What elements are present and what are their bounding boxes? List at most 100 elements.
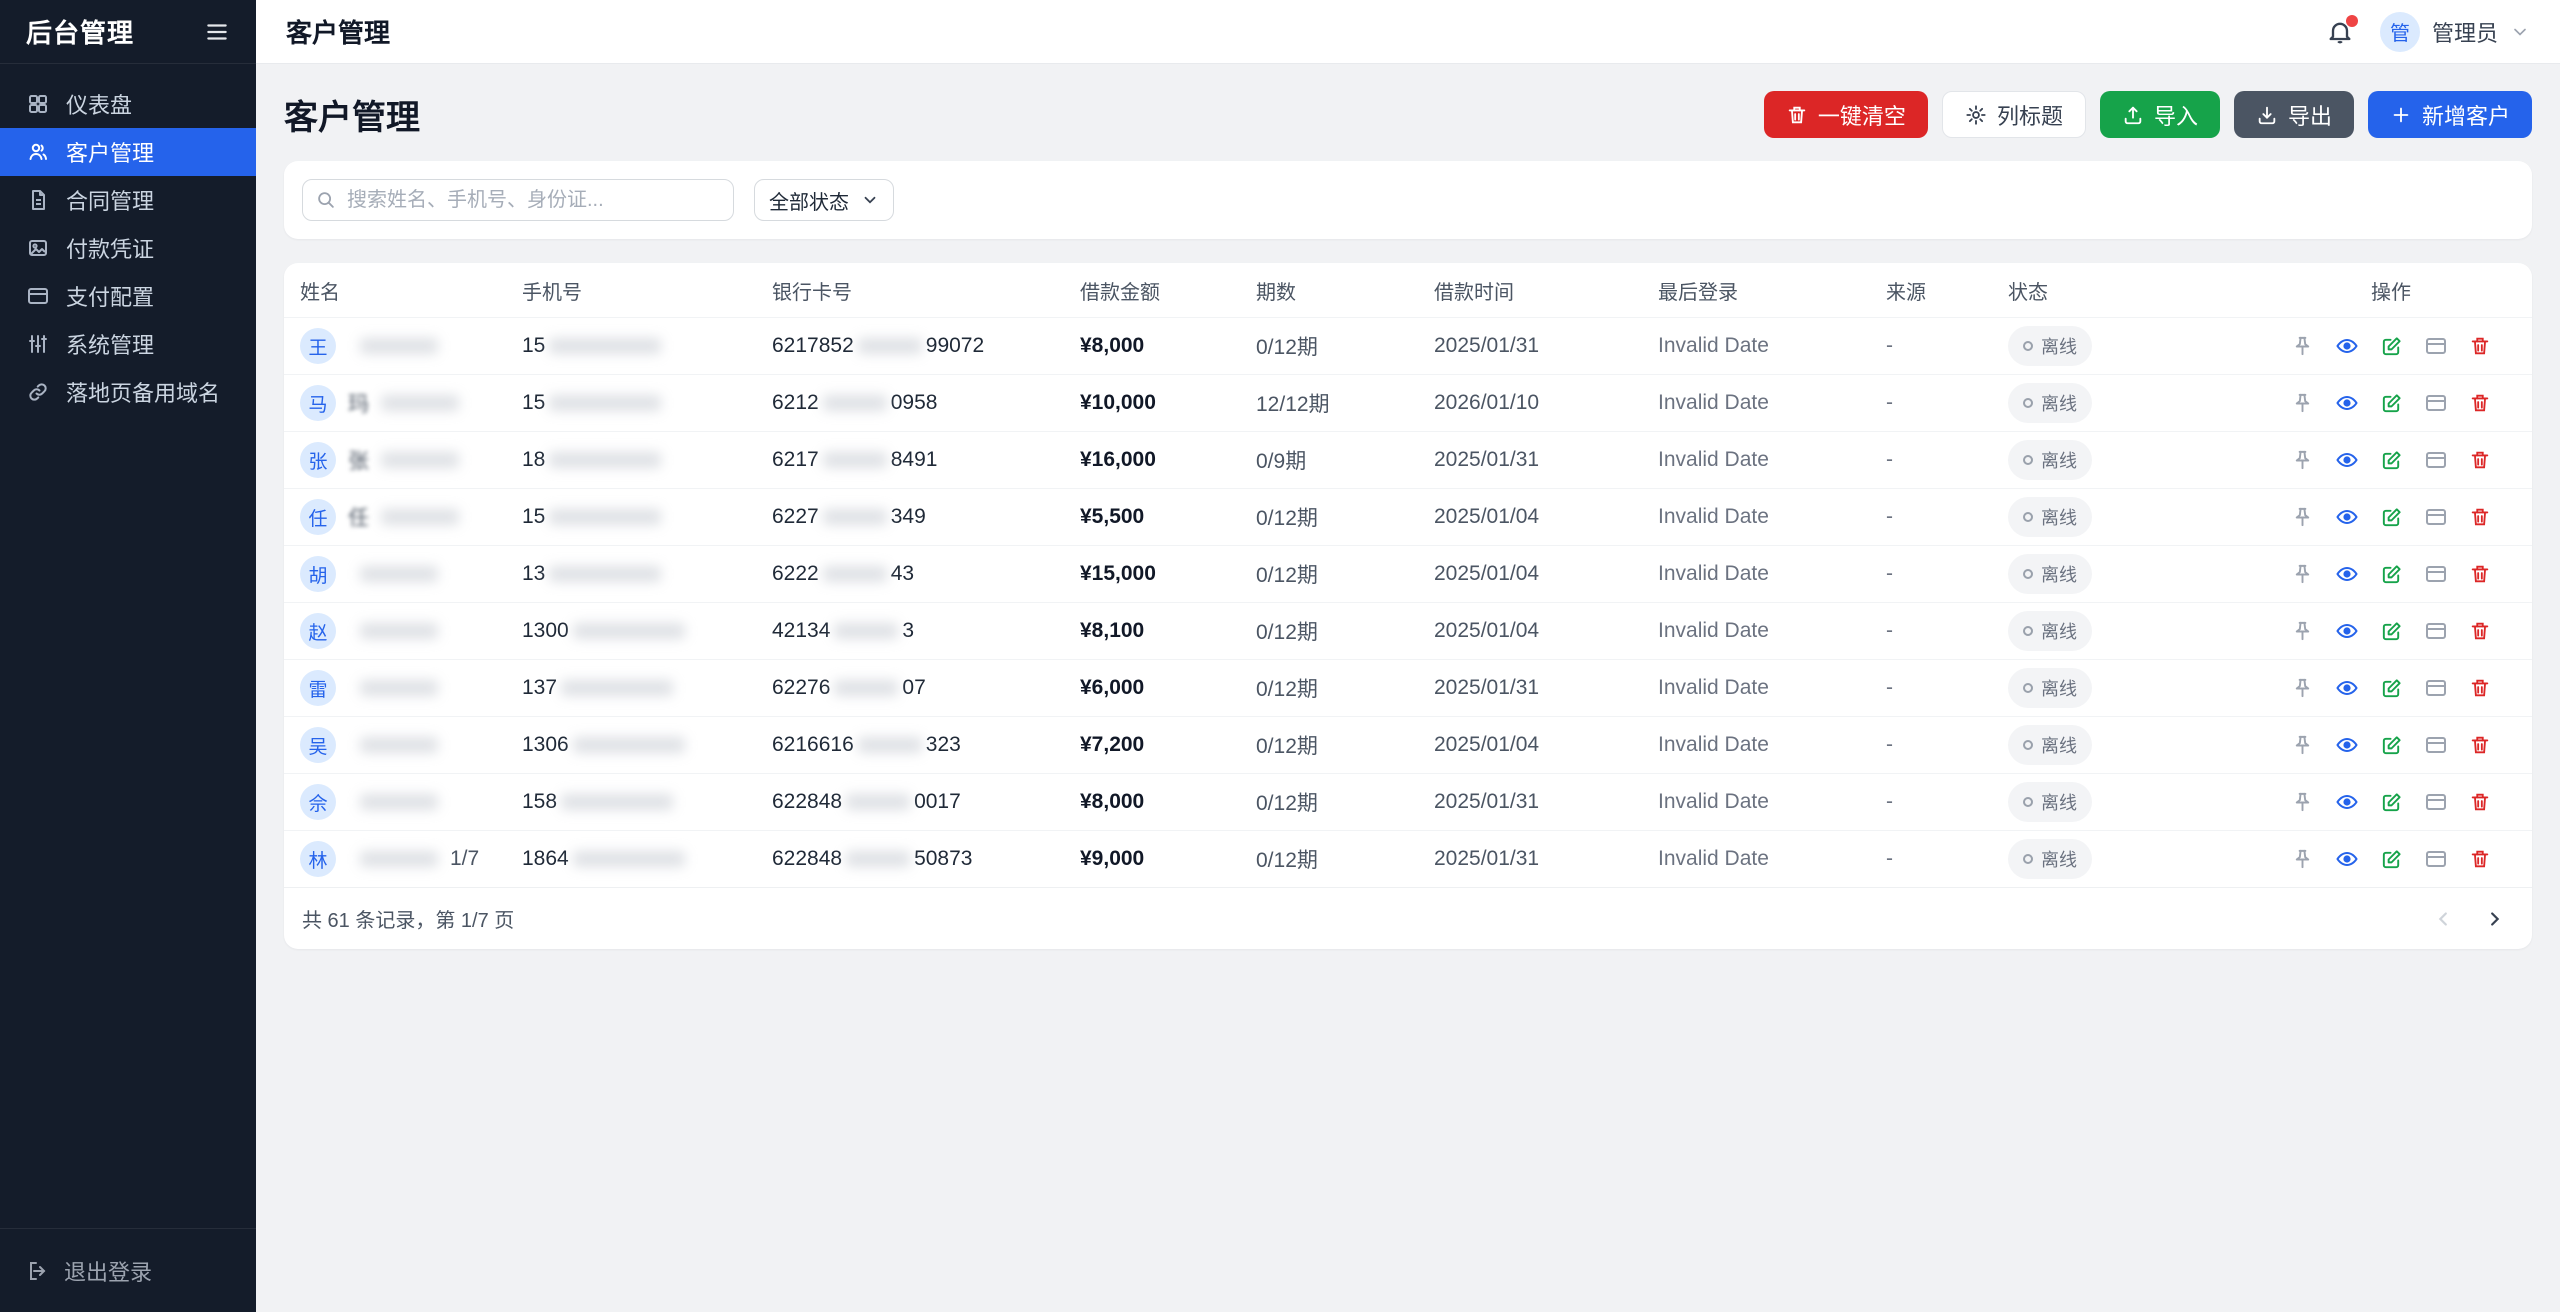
import-button[interactable]: 导入 (2100, 91, 2220, 138)
card-button[interactable] (2424, 448, 2448, 472)
sidebar-item-contracts[interactable]: 合同管理 (0, 176, 256, 224)
status-dot-icon (2023, 512, 2033, 522)
card-left-fragment: 42134 (772, 619, 830, 642)
delete-button[interactable] (2469, 506, 2491, 528)
view-button[interactable] (2335, 391, 2359, 415)
card-button[interactable] (2424, 391, 2448, 415)
row-avatar: 林 (300, 841, 336, 877)
card-button[interactable] (2424, 847, 2448, 871)
prev-page-button[interactable] (2424, 899, 2464, 939)
card-button[interactable] (2424, 562, 2448, 586)
view-button[interactable] (2335, 733, 2359, 757)
sidebar-item-payment-config[interactable]: 支付配置 (0, 272, 256, 320)
edit-button[interactable] (2380, 563, 2403, 586)
edit-button[interactable] (2380, 677, 2403, 700)
delete-button[interactable] (2469, 848, 2491, 870)
pin-button[interactable] (2291, 449, 2314, 472)
delete-button[interactable] (2469, 392, 2491, 414)
card-button[interactable] (2424, 334, 2448, 358)
card-button[interactable] (2424, 676, 2448, 700)
hamburger-menu-icon[interactable] (204, 19, 230, 45)
cell-status: 离线 (2008, 326, 2266, 366)
delete-button[interactable] (2469, 791, 2491, 813)
card-button[interactable] (2424, 733, 2448, 757)
table-row[interactable]: 王 15 621785299072 ¥8,000 0/12期 2025/01/3… (284, 317, 2532, 374)
delete-button[interactable] (2469, 335, 2491, 357)
pin-button[interactable] (2291, 563, 2314, 586)
search-input[interactable] (302, 179, 734, 221)
edit-button[interactable] (2380, 620, 2403, 643)
pin-button[interactable] (2291, 848, 2314, 871)
view-button[interactable] (2335, 562, 2359, 586)
table-row[interactable]: 吴 1306 6216616323 ¥7,200 0/12期 2025/01/0… (284, 716, 2532, 773)
export-button[interactable]: 导出 (2234, 91, 2354, 138)
cell-source: - (1886, 505, 2008, 529)
user-menu[interactable]: 管 管理员 (2380, 12, 2530, 52)
pin-button[interactable] (2291, 791, 2314, 814)
sidebar-item-label: 合同管理 (66, 184, 154, 216)
sidebar-item-dashboard[interactable]: 仪表盘 (0, 80, 256, 128)
edit-button[interactable] (2380, 506, 2403, 529)
view-button[interactable] (2335, 676, 2359, 700)
credit-card-icon (2424, 619, 2448, 643)
sidebar-item-customers[interactable]: 客户管理 (0, 128, 256, 176)
card-button[interactable] (2424, 790, 2448, 814)
notifications-button[interactable] (2326, 18, 2354, 46)
delete-button[interactable] (2469, 449, 2491, 471)
redacted-card (823, 566, 887, 582)
cell-source: - (1886, 733, 2008, 757)
cell-loan-date: 2025/01/31 (1434, 334, 1658, 358)
logout-button[interactable]: 退出登录 (0, 1228, 256, 1312)
add-customer-button[interactable]: 新增客户 (2368, 91, 2532, 138)
sidebar-item-landing-domains[interactable]: 落地页备用域名 (0, 368, 256, 416)
edit-icon (2380, 449, 2403, 472)
pin-button[interactable] (2291, 335, 2314, 358)
view-button[interactable] (2335, 790, 2359, 814)
view-button[interactable] (2335, 505, 2359, 529)
delete-button[interactable] (2469, 734, 2491, 756)
pin-button[interactable] (2291, 506, 2314, 529)
cell-loan-amount: ¥9,000 (1080, 847, 1256, 871)
view-button[interactable] (2335, 448, 2359, 472)
pin-icon (2291, 335, 2314, 358)
edit-button[interactable] (2380, 848, 2403, 871)
edit-button[interactable] (2380, 335, 2403, 358)
delete-button[interactable] (2469, 677, 2491, 699)
card-button[interactable] (2424, 505, 2448, 529)
pin-button[interactable] (2291, 620, 2314, 643)
delete-button[interactable] (2469, 563, 2491, 585)
status-dot-icon (2023, 854, 2033, 864)
pin-button[interactable] (2291, 734, 2314, 757)
table-row[interactable]: 胡 13 622243 ¥15,000 0/12期 2025/01/04 Inv… (284, 545, 2532, 602)
view-button[interactable] (2335, 334, 2359, 358)
edit-button[interactable] (2380, 449, 2403, 472)
edit-button[interactable] (2380, 734, 2403, 757)
table-row[interactable]: 任 任 15 6227349 ¥5,500 0/12期 2025/01/04 I… (284, 488, 2532, 545)
table-row[interactable]: 赵 1300 421343 ¥8,100 0/12期 2025/01/04 In… (284, 602, 2532, 659)
table-row[interactable]: 马 玛 15 62120958 ¥10,000 12/12期 2026/01/1… (284, 374, 2532, 431)
edit-button[interactable] (2380, 791, 2403, 814)
status-label: 离线 (2041, 618, 2077, 644)
pin-button[interactable] (2291, 392, 2314, 415)
image-icon (26, 236, 50, 260)
cell-phone: 1864 (522, 847, 772, 871)
view-button[interactable] (2335, 619, 2359, 643)
clear-all-button[interactable]: 一键清空 (1764, 91, 1928, 138)
view-button[interactable] (2335, 847, 2359, 871)
delete-button[interactable] (2469, 620, 2491, 642)
edit-button[interactable] (2380, 392, 2403, 415)
column-titles-button[interactable]: 列标题 (1942, 91, 2086, 138)
sidebar-item-payment-vouchers[interactable]: 付款凭证 (0, 224, 256, 272)
sidebar-item-system[interactable]: 系统管理 (0, 320, 256, 368)
next-page-button[interactable] (2474, 899, 2514, 939)
table-row[interactable]: 佘 158 6228480017 ¥8,000 0/12期 2025/01/31… (284, 773, 2532, 830)
table-row[interactable]: 雷 137 6227607 ¥6,000 0/12期 2025/01/31 In… (284, 659, 2532, 716)
status-select[interactable]: 全部状态 (754, 179, 894, 221)
cell-periods: 0/12期 (1256, 730, 1434, 760)
table-row[interactable]: 林 1/7 1864 62284850873 ¥9,000 0/12期 2025… (284, 830, 2532, 887)
card-button[interactable] (2424, 619, 2448, 643)
table-row[interactable]: 张 张 18 62178491 ¥16,000 0/9期 2025/01/31 … (284, 431, 2532, 488)
pin-button[interactable] (2291, 677, 2314, 700)
eye-icon (2335, 334, 2359, 358)
row-avatar: 马 (300, 385, 336, 421)
